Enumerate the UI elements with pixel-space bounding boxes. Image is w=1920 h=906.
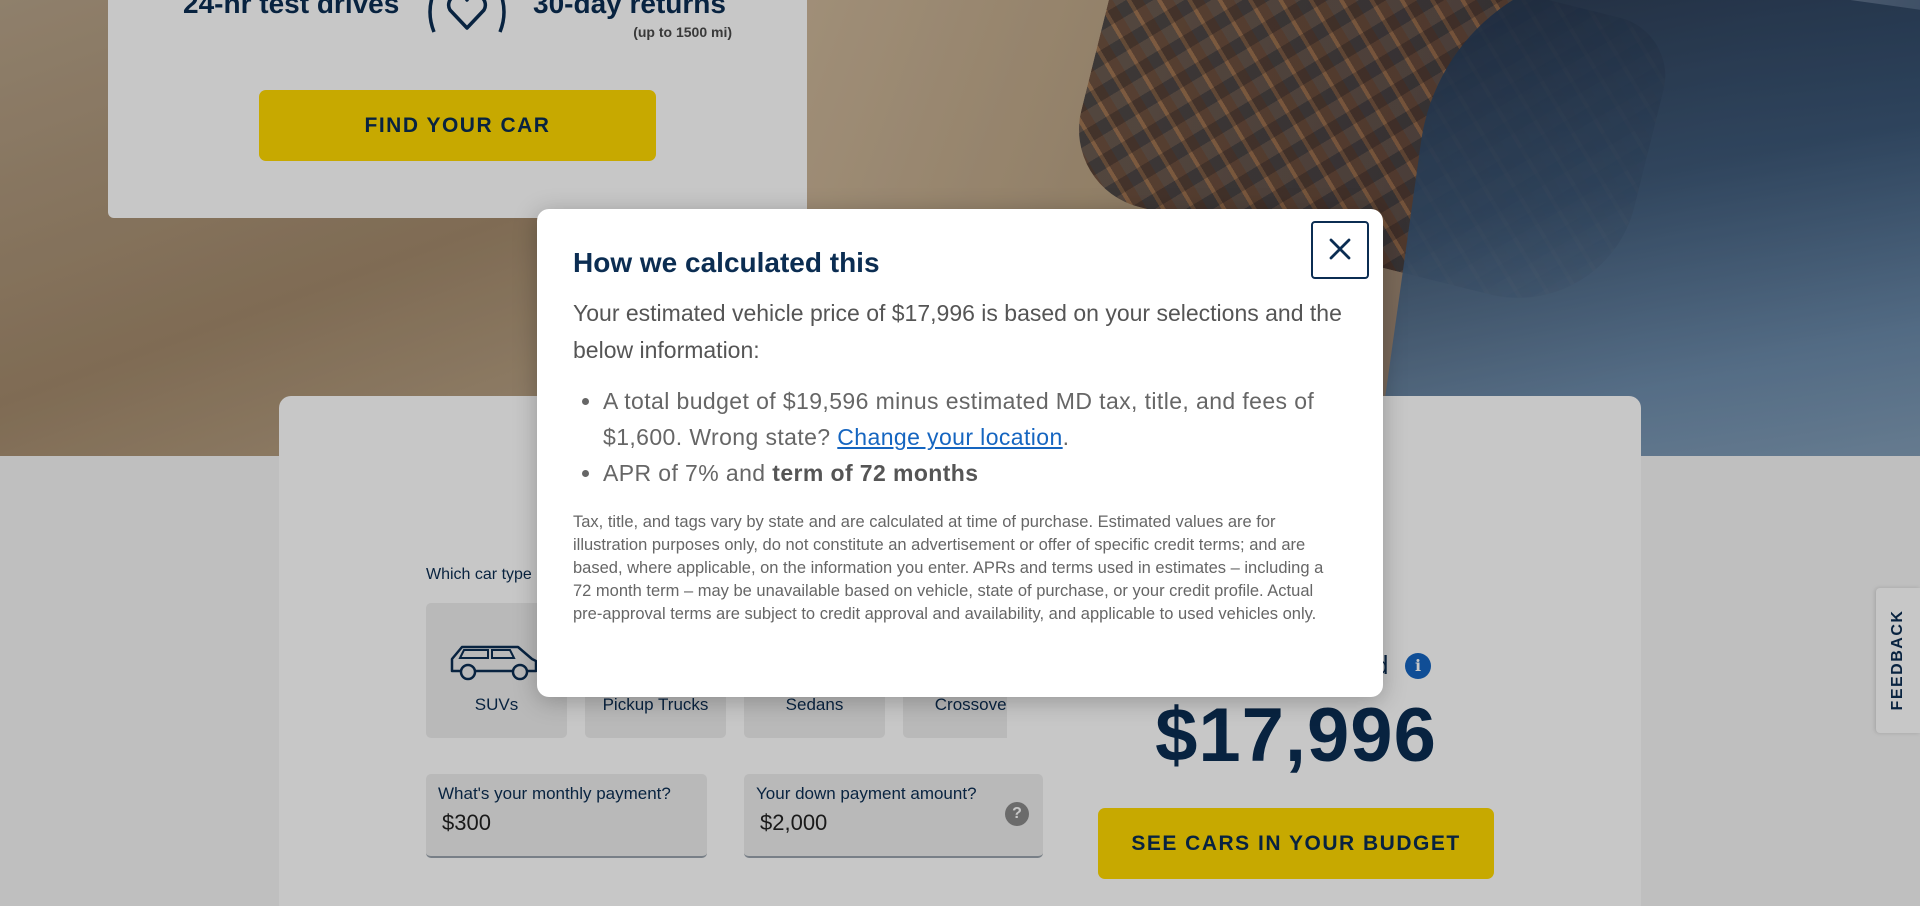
list-item: APR of 7% and term of 72 months (603, 455, 1383, 491)
apr-text: APR of 7% and (603, 460, 773, 486)
term-text: term of 72 months (772, 460, 979, 486)
page: 24-hr test drives 30-day returns (up to … (0, 0, 1920, 906)
modal-fine-print: Tax, title, and tags vary by state and a… (573, 513, 1324, 623)
list-item: A total budget of $19,596 minus estimate… (603, 383, 1383, 455)
budget-detail-end: . (1062, 424, 1070, 450)
close-button[interactable] (1311, 221, 1369, 279)
modal-intro: Your estimated vehicle price of $17,996 … (573, 300, 1342, 363)
modal-title: How we calculated this (573, 247, 880, 278)
calculation-modal: How we calculated this Your estimated ve… (537, 209, 1383, 697)
close-icon (1328, 237, 1352, 264)
change-location-link[interactable]: Change your location (837, 424, 1062, 450)
modal-details-list: A total budget of $19,596 minus estimate… (573, 383, 1383, 491)
